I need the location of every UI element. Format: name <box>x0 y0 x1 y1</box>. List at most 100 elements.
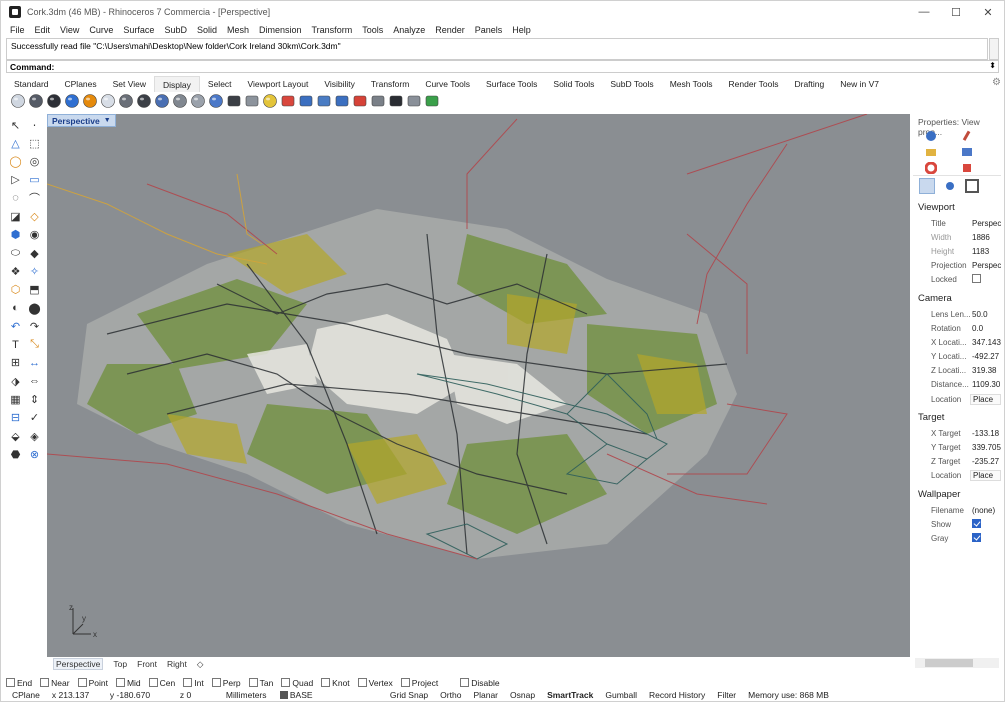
toolbox-tool-6-icon[interactable]: ◎ <box>27 155 42 169</box>
osnap-checkbox[interactable] <box>211 678 221 687</box>
osnap-perp[interactable]: Perp <box>211 678 241 688</box>
osnap-near[interactable]: Near <box>40 678 70 688</box>
osnap-tan[interactable]: Tan <box>248 678 273 688</box>
maximize-button[interactable]: ☐ <box>940 1 972 23</box>
prop-value[interactable]: Place <box>970 470 1001 482</box>
osnap-checkbox[interactable] <box>400 678 410 687</box>
status-osnap[interactable]: Osnap <box>504 690 541 700</box>
osnap-checkbox[interactable] <box>357 678 367 687</box>
monochrome-icon[interactable] <box>190 93 206 109</box>
menu-tools[interactable]: Tools <box>357 25 388 35</box>
osnap-disable[interactable]: Disable <box>460 678 500 688</box>
toolbox-tool-11-icon[interactable]: ◪ <box>8 210 23 224</box>
status-smarttrack[interactable]: SmartTrack <box>541 690 599 700</box>
prop-checkbox[interactable] <box>970 274 1001 285</box>
prop-value[interactable]: Perspect <box>970 219 1001 228</box>
material-icon[interactable] <box>961 162 973 174</box>
toolbox-tool-5-icon[interactable]: ◯ <box>8 155 23 169</box>
light-icon[interactable] <box>262 93 278 109</box>
toolbox-tool-30-icon[interactable]: ⇔ <box>27 374 42 388</box>
command-line[interactable]: Command: ⬍ <box>6 60 999 73</box>
prop-value[interactable]: 347.143 <box>970 338 1001 347</box>
xray-icon[interactable] <box>82 93 98 109</box>
osnap-checkbox[interactable] <box>148 678 158 687</box>
pen-icon[interactable] <box>136 93 152 109</box>
osnap-checkbox[interactable] <box>281 678 291 687</box>
toolbox-tool-38-icon[interactable]: ⊗ <box>27 447 42 461</box>
status-cplane[interactable]: CPlane <box>6 690 46 700</box>
gray-checkbox[interactable] <box>972 532 981 542</box>
tab-visibility[interactable]: Visibility <box>316 76 363 92</box>
toolbox-tool-3-icon[interactable]: △ <box>8 136 23 150</box>
tab-new-in-v7[interactable]: New in V7 <box>832 76 887 92</box>
osnap-project[interactable]: Project <box>400 678 438 688</box>
toolbox-tool-9-icon[interactable]: ◌ <box>8 191 23 205</box>
camera-icon[interactable] <box>919 178 935 194</box>
prop-value[interactable]: 0.0 <box>970 324 1001 333</box>
toolbox-tool-13-icon[interactable]: ⬢ <box>8 228 23 242</box>
toolbox-tool-7-icon[interactable]: ▷ <box>8 173 23 187</box>
prop-value[interactable]: 319.38 <box>970 366 1001 375</box>
menu-analyze[interactable]: Analyze <box>388 25 430 35</box>
osnap-checkbox[interactable] <box>115 678 125 687</box>
status-record-history[interactable]: Record History <box>643 690 711 700</box>
tab-curve-tools[interactable]: Curve Tools <box>417 76 478 92</box>
status-units[interactable]: Millimeters <box>220 690 274 700</box>
toolbox-tool-10-icon[interactable]: ⌒ <box>27 191 42 205</box>
osnap-checkbox[interactable] <box>6 678 15 687</box>
layers-icon[interactable] <box>424 93 440 109</box>
gear-icon[interactable]: ⚙ <box>992 77 1001 88</box>
section-icon[interactable] <box>298 93 314 109</box>
osnap-checkbox[interactable] <box>321 678 331 687</box>
menu-transform[interactable]: Transform <box>307 25 358 35</box>
raytraced-icon[interactable] <box>172 93 188 109</box>
menu-curve[interactable]: Curve <box>84 25 118 35</box>
tab-render-tools[interactable]: Render Tools <box>721 76 787 92</box>
rendered-icon[interactable] <box>46 93 62 109</box>
clipping-icon[interactable] <box>280 93 296 109</box>
prop-value[interactable]: -235.27 <box>970 457 1001 466</box>
osnap-int[interactable]: Int <box>183 678 204 688</box>
osnap-checkbox[interactable] <box>248 678 258 687</box>
close-button[interactable]: ✕ <box>972 1 1004 23</box>
prop-value[interactable]: Place <box>970 393 1001 405</box>
cage-icon[interactable] <box>406 93 422 109</box>
tab-solid-tools[interactable]: Solid Tools <box>545 76 602 92</box>
chevron-down-icon[interactable]: ▼ <box>104 117 111 124</box>
tab-transform[interactable]: Transform <box>363 76 417 92</box>
toolbox-tool-22-icon[interactable]: ⬤ <box>27 301 42 315</box>
light-icon[interactable] <box>943 179 957 193</box>
menu-file[interactable]: File <box>5 25 30 35</box>
curvature-icon[interactable] <box>334 93 350 109</box>
menu-solid[interactable]: Solid <box>192 25 222 35</box>
minimize-button[interactable]: — <box>908 1 940 23</box>
toolbox-tool-16-icon[interactable]: ◆ <box>27 246 42 260</box>
add-viewport-icon[interactable]: ◇ <box>197 659 204 670</box>
osnap-checkbox[interactable] <box>460 678 470 687</box>
toolbox-tool-32-icon[interactable]: ⇕ <box>27 393 42 407</box>
toolbox-tool-20-icon[interactable]: ⬒ <box>27 283 42 297</box>
toolbox-tool-34-icon[interactable]: ✓ <box>27 411 42 425</box>
folder-icon[interactable] <box>925 146 937 158</box>
toolbox-tool-4-icon[interactable]: ⬚ <box>27 136 42 150</box>
arctic-icon[interactable] <box>154 93 170 109</box>
toolbox-tool-14-icon[interactable]: ◉ <box>27 228 42 242</box>
status-gumball[interactable]: Gumball <box>599 690 643 700</box>
frame-icon[interactable] <box>965 179 979 193</box>
osnap-checkbox[interactable] <box>40 678 50 687</box>
shaded-icon[interactable] <box>28 93 44 109</box>
tab-set-view[interactable]: Set View <box>105 76 154 92</box>
viewport-tab-front[interactable]: Front <box>137 659 157 669</box>
viewport-tab-right[interactable]: Right <box>167 659 187 669</box>
toolbox-tool-12-icon[interactable]: ◇ <box>27 210 42 224</box>
status-filter[interactable]: Filter <box>711 690 742 700</box>
toolbox-tool-37-icon[interactable]: ⬣ <box>8 447 23 461</box>
command-dropdown-icon[interactable]: ⬍ <box>989 61 996 70</box>
toolbox-tool-17-icon[interactable]: ❖ <box>8 264 23 278</box>
menu-dimension[interactable]: Dimension <box>254 25 307 35</box>
toolbox-tool-18-icon[interactable]: ✧ <box>27 264 42 278</box>
toolbox-tool-15-icon[interactable]: ⬭ <box>8 246 23 260</box>
osnap-checkbox[interactable] <box>77 678 87 687</box>
viewport-label[interactable]: Perspective ▼ <box>47 114 116 127</box>
menu-help[interactable]: Help <box>507 25 536 35</box>
